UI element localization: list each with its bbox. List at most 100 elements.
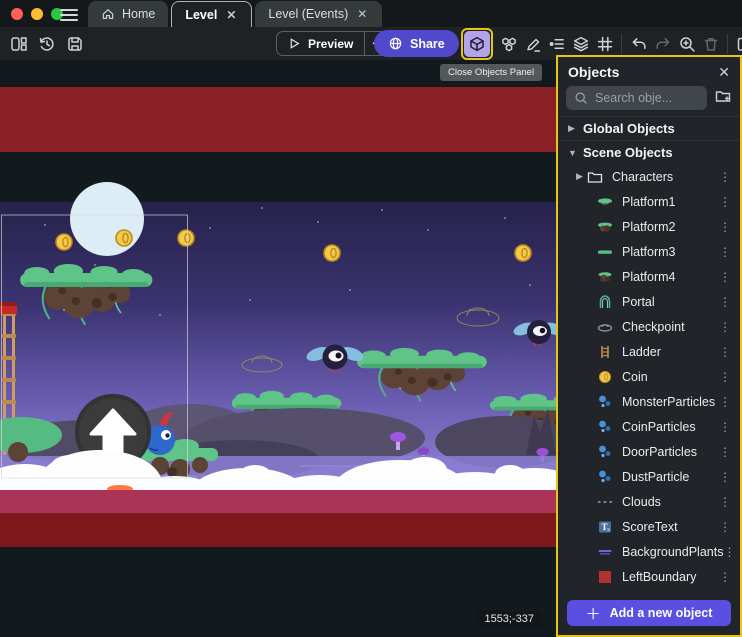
toolbar-separator xyxy=(621,34,622,54)
object-menu-icon[interactable]: ⋮ xyxy=(719,345,740,359)
close-window-icon[interactable] xyxy=(11,8,23,20)
object-item-Ladder[interactable]: ▶ Ladder ⋮ xyxy=(558,339,740,364)
object-menu-icon[interactable]: ⋮ xyxy=(719,370,740,384)
object-menu-icon[interactable]: ⋮ xyxy=(719,495,740,509)
objects-list: ▶ Characters ⋮ ▶ Platform1 ⋮ ▶ Platform2… xyxy=(558,164,740,593)
particles-thumbnail-icon xyxy=(596,418,614,436)
main-menu-icon[interactable] xyxy=(60,6,78,21)
trash-icon[interactable] xyxy=(699,32,722,56)
object-menu-icon[interactable]: ⋮ xyxy=(723,545,740,559)
object-name: Platform4 xyxy=(622,270,676,284)
add-new-object-button[interactable]: ＋ Add a new object xyxy=(567,600,731,626)
object-menu-icon[interactable]: ⋮ xyxy=(719,445,740,459)
tab-home[interactable]: Home xyxy=(88,1,168,27)
tab-label: Level xyxy=(185,8,217,22)
object-item-Coin[interactable]: ▶ Coin ⋮ xyxy=(558,364,740,389)
titlebar: Home Level ✕ Level (Events) ✕ xyxy=(0,0,742,27)
tab-label: Level (Events) xyxy=(268,7,348,21)
layers-icon[interactable] xyxy=(569,32,592,56)
object-name: Portal xyxy=(622,295,655,309)
object-item-CoinParticles[interactable]: ▶ CoinParticles ⋮ xyxy=(558,414,740,439)
tab-level-events[interactable]: Level (Events) ✕ xyxy=(255,1,382,27)
object-name: Ladder xyxy=(622,345,661,359)
edit-pencil-icon[interactable] xyxy=(521,32,544,56)
cursor-coordinates: 1553;-337 xyxy=(477,611,541,627)
object-name: Coin xyxy=(622,370,648,384)
play-icon xyxy=(288,37,301,50)
object-menu-icon[interactable]: ⋮ xyxy=(719,570,740,584)
home-icon xyxy=(101,7,115,21)
properties-icon[interactable] xyxy=(545,32,568,56)
zoom-in-icon[interactable] xyxy=(675,32,698,56)
redo-icon[interactable] xyxy=(651,32,674,56)
object-item-Portal[interactable]: ▶ Portal ⋮ xyxy=(558,289,740,314)
search-input[interactable] xyxy=(595,91,699,105)
add-folder-icon[interactable] xyxy=(714,87,732,110)
objects-panel-toggle-icon[interactable] xyxy=(464,31,490,57)
object-name: Characters xyxy=(612,170,673,184)
object-menu-icon[interactable]: ⋮ xyxy=(719,220,740,234)
scene-editor-canvas[interactable]: 1553;-337 xyxy=(0,60,556,637)
red-square-thumbnail-icon xyxy=(596,568,614,586)
object-item-Platform1[interactable]: ▶ Platform1 ⋮ xyxy=(558,189,740,214)
object-item-Platform2[interactable]: ▶ Platform2 ⋮ xyxy=(558,214,740,239)
edit-scene-properties-icon[interactable] xyxy=(733,32,742,56)
grid-icon[interactable] xyxy=(593,32,616,56)
object-item-LeftBoundary[interactable]: ▶ LeftBoundary ⋮ xyxy=(558,564,740,589)
instances-list-icon[interactable] xyxy=(497,32,520,56)
objects-search-row xyxy=(558,86,740,116)
undo-icon[interactable] xyxy=(627,32,650,56)
add-button-label: Add a new object xyxy=(610,606,713,620)
object-item-Platform4[interactable]: ▶ Platform4 ⋮ xyxy=(558,264,740,289)
section-label: Scene Objects xyxy=(583,145,673,160)
close-tab-icon[interactable]: ✕ xyxy=(224,8,238,22)
ladder-thumbnail-icon xyxy=(596,343,614,361)
preview-button[interactable]: Preview xyxy=(277,32,364,55)
preview-button-group: Preview xyxy=(276,31,388,56)
clouds-thumbnail-icon xyxy=(596,493,614,511)
search-box[interactable] xyxy=(566,86,707,110)
platform1-thumbnail-icon xyxy=(596,193,614,211)
svg-text:x: x xyxy=(607,527,610,533)
object-item-Clouds[interactable]: ▶ Clouds ⋮ xyxy=(558,489,740,514)
object-item-Platform3[interactable]: ▶ Platform3 ⋮ xyxy=(558,239,740,264)
objects-panel: Objects ✕ ▶ Global Objects ▼ Scene Objec… xyxy=(556,55,742,637)
close-panel-icon[interactable]: ✕ xyxy=(718,65,730,79)
object-name: ScoreText xyxy=(622,520,678,534)
platform2-thumbnail-icon xyxy=(596,218,614,236)
object-menu-icon[interactable]: ⋮ xyxy=(719,395,740,409)
scene-canvas[interactable] xyxy=(0,60,556,637)
object-name: LeftBoundary xyxy=(622,570,696,584)
object-item-Characters[interactable]: ▶ Characters ⋮ xyxy=(558,164,740,189)
history-icon[interactable] xyxy=(35,32,58,56)
traffic-lights xyxy=(11,8,63,20)
section-scene-objects[interactable]: ▼ Scene Objects xyxy=(558,140,740,164)
object-menu-icon[interactable]: ⋮ xyxy=(719,270,740,284)
object-item-DoorParticles[interactable]: ▶ DoorParticles ⋮ xyxy=(558,439,740,464)
tooltip: Close Objects Panel xyxy=(440,64,542,81)
tab-level[interactable]: Level ✕ xyxy=(171,1,252,27)
object-item-MonsterParticles[interactable]: ▶ MonsterParticles ⋮ xyxy=(558,389,740,414)
object-menu-icon[interactable]: ⋮ xyxy=(719,420,740,434)
object-name: DoorParticles xyxy=(622,445,697,459)
object-menu-icon[interactable]: ⋮ xyxy=(719,295,740,309)
minimize-window-icon[interactable] xyxy=(31,8,43,20)
particles-thumbnail-icon xyxy=(596,393,614,411)
object-menu-icon[interactable]: ⋮ xyxy=(719,245,740,259)
share-button[interactable]: Share xyxy=(374,30,459,57)
object-item-Checkpoint[interactable]: ▶ Checkpoint ⋮ xyxy=(558,314,740,339)
section-global-objects[interactable]: ▶ Global Objects xyxy=(558,116,740,140)
object-menu-icon[interactable]: ⋮ xyxy=(719,195,740,209)
object-menu-icon[interactable]: ⋮ xyxy=(719,520,740,534)
object-item-ScoreText[interactable]: ▶ Tx ScoreText ⋮ xyxy=(558,514,740,539)
close-tab-icon[interactable]: ✕ xyxy=(355,7,369,21)
panel-layout-icon[interactable] xyxy=(7,32,30,56)
save-icon[interactable] xyxy=(63,32,86,56)
object-menu-icon[interactable]: ⋮ xyxy=(719,470,740,484)
object-item-BackgroundPlants[interactable]: ▶ BackgroundPlants ⋮ xyxy=(558,539,740,564)
object-menu-icon[interactable]: ⋮ xyxy=(719,170,740,184)
section-label: Global Objects xyxy=(583,121,675,136)
object-menu-icon[interactable]: ⋮ xyxy=(719,320,740,334)
object-item-DustParticle[interactable]: ▶ DustParticle ⋮ xyxy=(558,464,740,489)
chevron-right-icon: ▶ xyxy=(576,171,586,182)
